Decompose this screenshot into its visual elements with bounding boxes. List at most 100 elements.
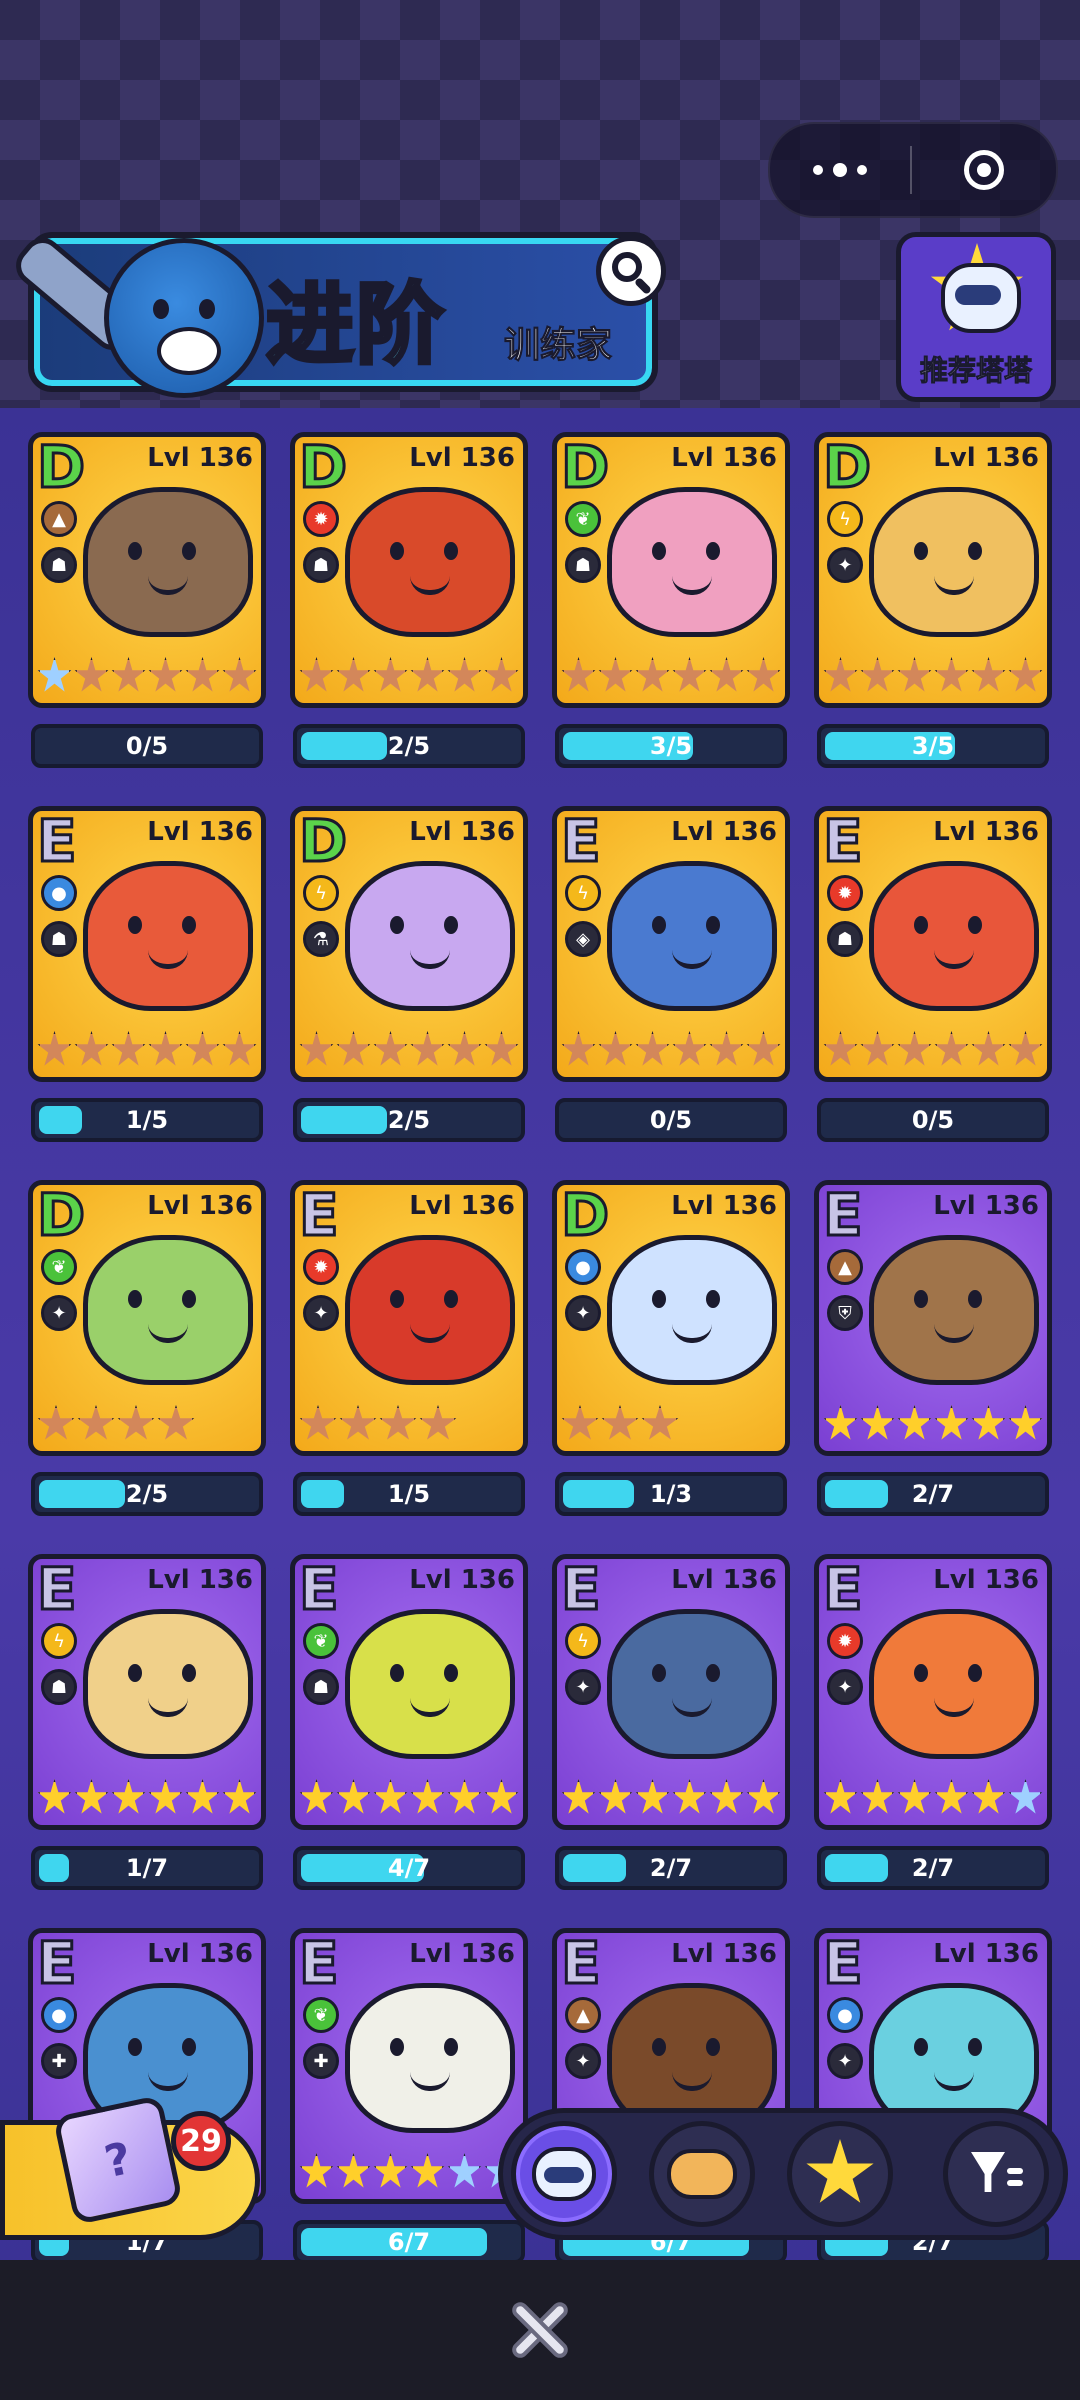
progress-bar: 2/7 <box>817 1472 1049 1516</box>
cat-tab-button[interactable] <box>511 2121 617 2227</box>
star-icon <box>897 1031 932 1066</box>
creature-card[interactable]: D Lvl 136 ✹ ☗ <box>290 432 528 708</box>
robot-cat-icon <box>941 263 1021 333</box>
creature-card[interactable]: E Lvl 136 ▲ ⛨ <box>814 1180 1052 1456</box>
creature-portrait <box>83 861 253 1011</box>
mascot-icon <box>104 238 264 398</box>
creature-card[interactable]: D Lvl 136 ϟ ✦ <box>814 432 1052 708</box>
star-icon <box>222 657 257 692</box>
progress-bar: 1/5 <box>31 1098 263 1142</box>
star-icon <box>336 2153 371 2188</box>
dice-button[interactable]: ? 29 <box>0 2094 260 2240</box>
progress-bar: 2/5 <box>31 1472 263 1516</box>
star-rating <box>299 657 519 697</box>
creature-card[interactable]: D Lvl 136 ▲ ☗ <box>28 432 266 708</box>
star-icon <box>299 2153 334 2188</box>
star-icon <box>37 1405 75 1440</box>
page-subtitle: 训练家 <box>503 325 613 367</box>
star-icon <box>860 657 895 692</box>
creature-card[interactable]: D Lvl 136 ● ✦ <box>552 1180 790 1456</box>
level-label: Lvl 136 <box>933 1191 1039 1221</box>
level-label: Lvl 136 <box>147 817 253 847</box>
filter-button[interactable] <box>943 2121 1049 2227</box>
star-icon <box>635 1031 670 1066</box>
more-options-icon[interactable] <box>770 124 910 216</box>
star-rating <box>37 1031 257 1071</box>
attack-role-icon: ✦ <box>827 1669 863 1705</box>
creature-portrait <box>83 487 253 637</box>
star-icon <box>635 1779 670 1814</box>
creature-card[interactable]: E Lvl 136 ϟ ✦ <box>552 1554 790 1830</box>
star-icon <box>117 1405 155 1440</box>
star-icon <box>823 1031 858 1066</box>
star-icon <box>77 1405 115 1440</box>
progress-text: 2/5 <box>387 732 431 760</box>
creature-card[interactable]: E Lvl 136 ϟ ◈ <box>552 806 790 1082</box>
creature-card[interactable]: E Lvl 136 ✹ ☗ <box>814 806 1052 1082</box>
star-rating <box>561 1031 781 1071</box>
dice-count-badge: 29 <box>171 2111 231 2171</box>
creature-portrait <box>345 1235 515 1385</box>
close-icon[interactable] <box>506 2296 574 2364</box>
star-icon <box>484 657 519 692</box>
creature-card[interactable]: E Lvl 136 ❦ ✚ <box>290 1928 528 2204</box>
recommend-button[interactable]: 推荐塔塔 <box>896 232 1056 402</box>
grass-element-icon: ❦ <box>565 501 601 537</box>
creature-card[interactable]: D Lvl 136 ❦ ☗ <box>552 432 790 708</box>
star-icon <box>709 657 744 692</box>
star-icon <box>185 1779 220 1814</box>
star-icon <box>746 657 781 692</box>
close-miniprogram-icon[interactable] <box>912 150 1056 190</box>
creature-card[interactable]: E Lvl 136 ϟ ☗ <box>28 1554 266 1830</box>
star-icon <box>222 1031 257 1066</box>
star-icon <box>897 657 932 692</box>
star-icon <box>746 1779 781 1814</box>
star-icon <box>336 657 371 692</box>
creature-portrait <box>345 861 515 1011</box>
star-icon <box>74 1779 109 1814</box>
electric-element-icon: ϟ <box>827 501 863 537</box>
star-icon <box>339 1405 377 1440</box>
tier-badge: D <box>297 807 348 877</box>
star-icon <box>410 657 445 692</box>
creature-card[interactable]: D Lvl 136 ϟ ⚗ <box>290 806 528 1082</box>
star-icon <box>561 1779 596 1814</box>
progress-text: 0/5 <box>911 1106 955 1134</box>
defend-role-icon: ☗ <box>41 921 77 957</box>
star-icon <box>148 657 183 692</box>
level-label: Lvl 136 <box>409 1191 515 1221</box>
creature-card[interactable]: E Lvl 136 ✹ ✦ <box>290 1180 528 1456</box>
earth-element-icon: ▲ <box>41 501 77 537</box>
star-icon <box>897 1405 932 1440</box>
creature-portrait <box>869 861 1039 1011</box>
electric-element-icon: ϟ <box>41 1623 77 1659</box>
tier-badge: E <box>36 807 79 877</box>
progress-bar: 3/5 <box>817 724 1049 768</box>
defend-role-icon: ☗ <box>41 1669 77 1705</box>
search-button[interactable] <box>596 236 666 306</box>
creature-card[interactable]: D Lvl 136 ❦ ✦ <box>28 1180 266 1456</box>
progress-bar: 2/7 <box>817 1846 1049 1890</box>
star-icon <box>860 1405 895 1440</box>
bread-tab-button[interactable] <box>649 2121 755 2227</box>
level-label: Lvl 136 <box>409 817 515 847</box>
star-icon <box>447 2153 482 2188</box>
shield-role-icon: ⛨ <box>827 1295 863 1331</box>
defend-role-icon: ☗ <box>827 921 863 957</box>
star-tab-button[interactable] <box>787 2121 893 2227</box>
attack-role-icon: ✦ <box>565 1669 601 1705</box>
heal-role-icon: ✚ <box>303 2043 339 2079</box>
star-icon <box>157 1405 195 1440</box>
creature-card[interactable]: E Lvl 136 ● ☗ <box>28 806 266 1082</box>
creature-card[interactable]: E Lvl 136 ❦ ☗ <box>290 1554 528 1830</box>
star-icon <box>299 1779 334 1814</box>
level-label: Lvl 136 <box>933 443 1039 473</box>
star-icon <box>934 1405 969 1440</box>
star-icon <box>37 657 72 692</box>
creature-grid[interactable]: D Lvl 136 ▲ ☗ 0/5 D Lvl 136 ✹ ☗ 2/5 D Lvl 136 ❦ ☗ 3/5 D… <box>0 408 1080 2260</box>
mini-program-capsule <box>768 122 1058 218</box>
level-label: Lvl 136 <box>671 1191 777 1221</box>
creature-card[interactable]: E Lvl 136 ✹ ✦ <box>814 1554 1052 1830</box>
star-rating <box>561 657 781 697</box>
cat-icon <box>532 2147 596 2201</box>
